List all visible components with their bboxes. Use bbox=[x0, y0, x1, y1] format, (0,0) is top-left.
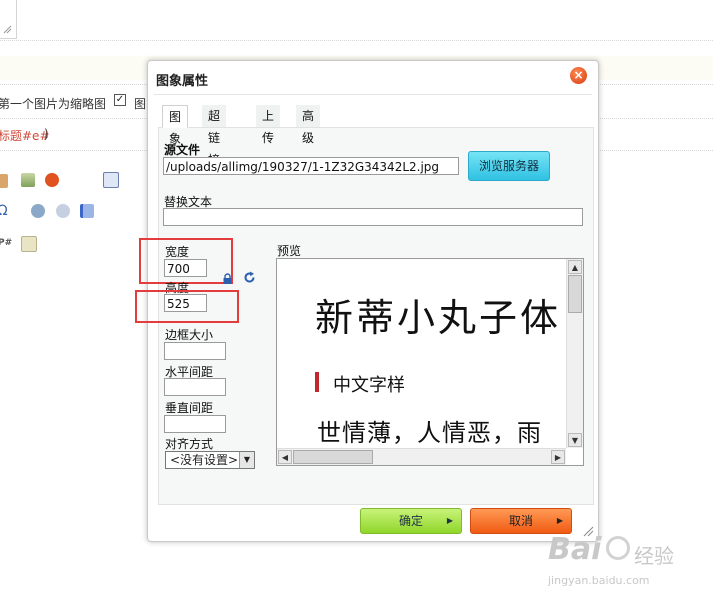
thumbnail-label: 第一个图片为缩略图 bbox=[0, 97, 107, 111]
flag-icon[interactable] bbox=[80, 204, 94, 218]
ok-button[interactable]: 确定 ▶ bbox=[360, 508, 462, 534]
scroll-left-icon[interactable]: ◀ bbox=[278, 450, 292, 464]
watermark-url: jingyan.baidu.com bbox=[548, 574, 650, 587]
scroll-down-icon[interactable]: ▼ bbox=[568, 433, 582, 447]
preview-vertical-scrollbar[interactable]: ▲ ▼ bbox=[566, 259, 583, 448]
alt-text-input[interactable] bbox=[163, 208, 583, 226]
title-token: 标题#e# bbox=[0, 129, 50, 143]
hspace-input[interactable] bbox=[164, 378, 226, 396]
browse-server-button[interactable]: 浏览服务器 bbox=[468, 151, 550, 181]
flash-icon[interactable] bbox=[45, 173, 59, 187]
align-label: 对齐方式 bbox=[165, 437, 214, 451]
thumbnail-checkbox[interactable]: ✓ bbox=[114, 94, 126, 106]
tab-advanced[interactable]: 高级 bbox=[296, 105, 321, 145]
toolbar-icon[interactable] bbox=[0, 174, 8, 188]
image-properties-dialog: 图象属性 × 图象 超链接 上传 高级 源文件 /uploads/allimg/… bbox=[135, 60, 599, 542]
resize-grip-icon[interactable] bbox=[2, 24, 12, 34]
border-size-label: 边框大小 bbox=[165, 328, 214, 342]
reset-size-icon[interactable] bbox=[243, 271, 256, 284]
border-size-input[interactable] bbox=[164, 342, 226, 360]
cancel-button-label: 取消 bbox=[508, 514, 533, 528]
scroll-thumb[interactable] bbox=[293, 450, 373, 464]
omega-icon[interactable]: Ω bbox=[0, 203, 8, 219]
lock-ratio-icon[interactable] bbox=[222, 273, 234, 285]
preview-pane[interactable]: 新蒂小丸子体 中文字样 世情薄，人情恶，雨 ▲ ▼ ◀ ▶ bbox=[276, 258, 584, 466]
preview-red-bar bbox=[315, 372, 319, 392]
scroll-thumb[interactable] bbox=[568, 275, 582, 313]
watermark-brand-suffix: 经验 bbox=[634, 544, 674, 568]
preview-label: 预览 bbox=[277, 244, 302, 258]
height-highlight-box bbox=[135, 290, 239, 323]
width-highlight-box bbox=[139, 238, 233, 284]
align-select-value: <没有设置> bbox=[170, 453, 239, 467]
dialog-title: 图象属性 bbox=[156, 74, 209, 89]
smiley-icon[interactable] bbox=[31, 204, 45, 218]
scroll-right-icon[interactable]: ▶ bbox=[551, 450, 565, 464]
image-icon[interactable] bbox=[21, 173, 35, 187]
preview-subheading: 中文字样 bbox=[333, 375, 405, 396]
cancel-button[interactable]: 取消 ▶ bbox=[470, 508, 572, 534]
tab-upload[interactable]: 上传 bbox=[256, 105, 281, 145]
vspace-input[interactable] bbox=[164, 415, 226, 433]
vspace-label: 垂直间距 bbox=[165, 401, 214, 415]
second-option-label: 图 bbox=[134, 97, 147, 111]
ok-button-label: 确定 bbox=[398, 514, 423, 528]
preview-body-text: 世情薄，人情恶，雨 bbox=[317, 419, 542, 447]
anchor-icon[interactable] bbox=[103, 172, 119, 188]
align-select[interactable]: <没有设置> ▼ bbox=[165, 451, 255, 469]
page-break-icon[interactable]: P# bbox=[0, 238, 12, 248]
title-divider bbox=[154, 94, 592, 95]
preview-horizontal-scrollbar[interactable]: ◀ ▶ bbox=[277, 448, 566, 465]
arrow-right-icon: ▶ bbox=[446, 516, 453, 525]
chevron-down-icon: ▼ bbox=[239, 452, 254, 468]
template-icon[interactable] bbox=[21, 236, 37, 252]
preview-heading: 新蒂小丸子体 bbox=[315, 296, 562, 340]
tab-image[interactable]: 图象 bbox=[162, 105, 189, 146]
divider bbox=[0, 40, 713, 41]
tab-hyperlink[interactable]: 超链接 bbox=[202, 105, 227, 167]
scroll-up-icon[interactable]: ▲ bbox=[568, 260, 582, 274]
watermark-brand: Bai bbox=[548, 532, 602, 567]
smiley-icon-2[interactable] bbox=[56, 204, 70, 218]
title-token-paren: ) bbox=[44, 127, 49, 141]
close-icon[interactable]: × bbox=[570, 67, 587, 84]
source-url-input[interactable]: /uploads/allimg/190327/1-1Z32G34342L2.jp… bbox=[163, 157, 459, 175]
arrow-right-icon: ▶ bbox=[556, 516, 563, 525]
paw-logo-icon bbox=[606, 536, 630, 560]
